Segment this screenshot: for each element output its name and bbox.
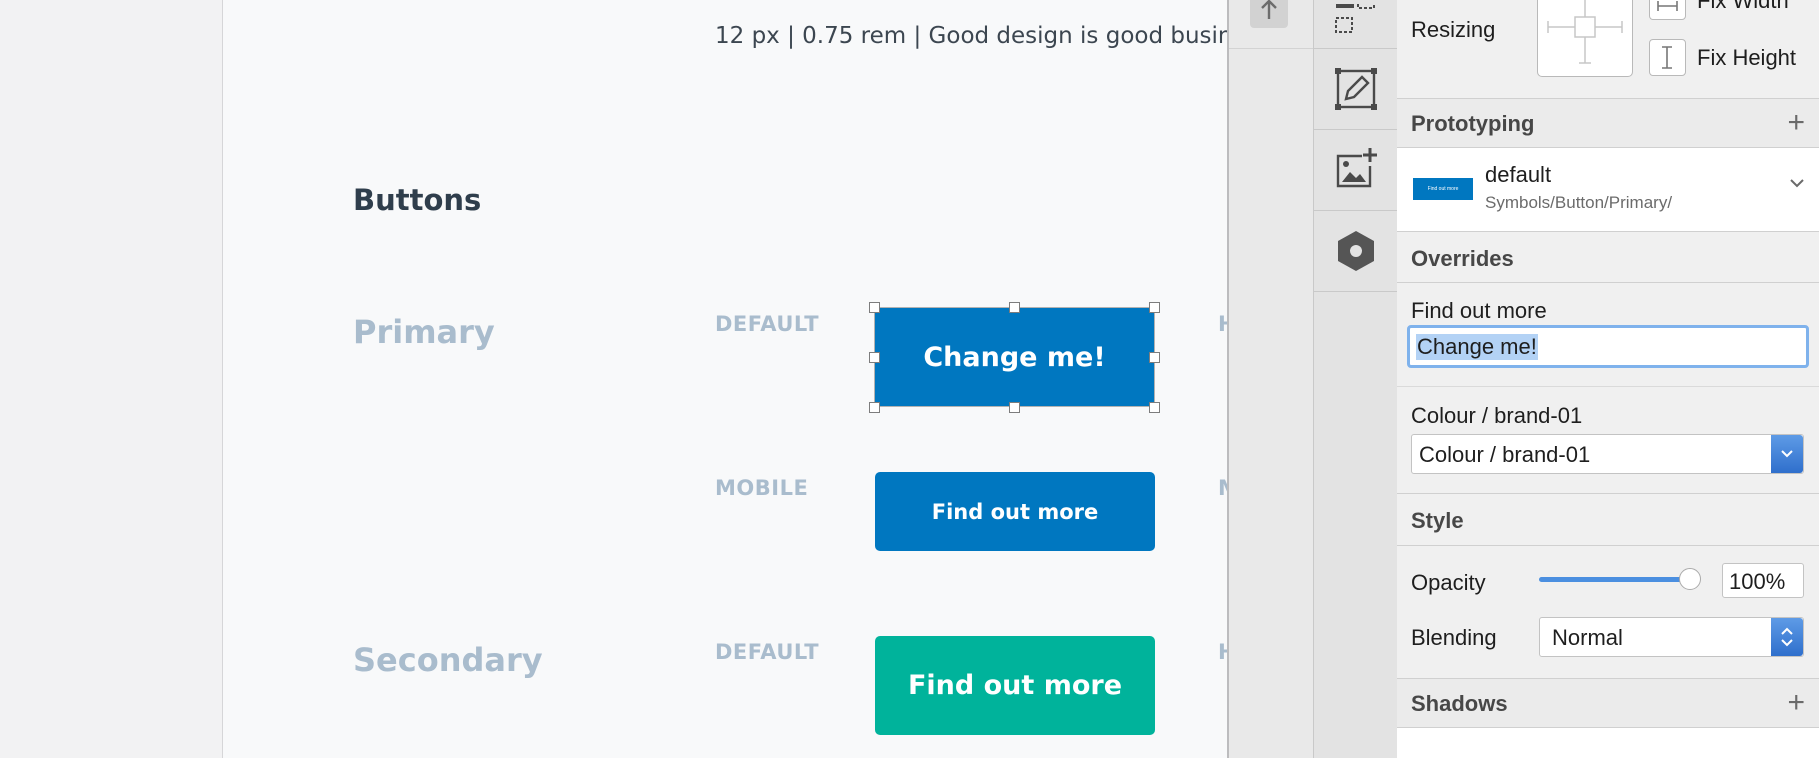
fix-width-label: Fix Width — [1697, 0, 1789, 13]
blending-select-value: Normal — [1552, 625, 1623, 650]
resizing-constraint-widget[interactable] — [1537, 0, 1633, 77]
blending-select[interactable]: Normal — [1539, 617, 1804, 657]
resize-handle[interactable] — [1149, 402, 1160, 413]
shadows-body — [1397, 728, 1819, 758]
overrides-title: Overrides — [1411, 246, 1514, 271]
upload-arrow-icon[interactable] — [1250, 0, 1288, 28]
edit-artboard-icon[interactable] — [1314, 49, 1397, 130]
updown-chevron-icon[interactable] — [1771, 618, 1803, 656]
primary-mobile-button[interactable]: Find out more — [875, 472, 1155, 551]
fix-height-label: Fix Height — [1697, 45, 1797, 70]
prototyping-title: Prototyping — [1411, 111, 1535, 136]
resize-handle[interactable] — [1149, 302, 1160, 313]
text-override-input[interactable]: Change me! — [1407, 325, 1809, 368]
add-shadow-icon[interactable]: + — [1787, 688, 1805, 718]
resize-handle[interactable] — [1009, 402, 1020, 413]
style-title: Style — [1411, 508, 1464, 533]
chevron-down-icon[interactable] — [1771, 435, 1803, 473]
divider — [1397, 545, 1819, 546]
colour-override-select[interactable]: Colour / brand-01 — [1411, 434, 1804, 474]
inspector-panel: Resizing Fix Width Fix Height Prototypin… — [1397, 0, 1819, 758]
resize-handle[interactable] — [1149, 352, 1160, 363]
opacity-slider-track[interactable] — [1539, 577, 1691, 582]
opacity-input[interactable]: 100% — [1722, 563, 1804, 598]
symbol-hexagon-icon[interactable] — [1314, 211, 1397, 292]
add-image-icon[interactable] — [1314, 130, 1397, 211]
fix-height-toggle[interactable] — [1649, 39, 1686, 76]
section-title: Buttons — [353, 183, 482, 217]
state-label-mobile: MOBILE — [715, 476, 809, 500]
artboard[interactable]: 12 px | 0.75 rem | Good design is good b… — [222, 0, 1229, 758]
colour-select-value: Colour / brand-01 — [1419, 442, 1591, 467]
flow-name: default — [1485, 162, 1552, 187]
variant-title-primary: Primary — [353, 313, 495, 351]
resize-grid-icon[interactable] — [1314, 0, 1397, 49]
fix-width-toggle[interactable] — [1649, 0, 1686, 20]
add-prototyping-icon[interactable]: + — [1787, 108, 1805, 138]
text-override-label: Find out more — [1411, 298, 1547, 323]
prototyping-flow-row[interactable]: Find out more default Symbols/Button/Pri… — [1397, 148, 1819, 232]
typography-sample-text: 12 px | 0.75 rem | Good design is good b… — [715, 23, 1229, 49]
divider — [1397, 493, 1819, 494]
state-label-default: DEFAULT — [715, 312, 820, 336]
opacity-label: Opacity — [1411, 570, 1486, 595]
state-label-default: DEFAULT — [715, 640, 820, 664]
resize-handle[interactable] — [869, 302, 880, 313]
shadows-title: Shadows — [1411, 691, 1508, 716]
primary-default-button[interactable]: Change me! — [875, 308, 1154, 406]
flow-thumbnail: Find out more — [1413, 178, 1473, 200]
resizing-label: Resizing — [1411, 17, 1496, 42]
opacity-slider-thumb[interactable] — [1679, 568, 1701, 590]
flow-path: Symbols/Button/Primary/ — [1485, 193, 1673, 212]
secondary-default-button[interactable]: Find out more — [875, 636, 1155, 735]
resize-handle[interactable] — [1009, 302, 1020, 313]
canvas-gutter — [1229, 0, 1314, 758]
shadows-header: Shadows + — [1397, 678, 1819, 728]
opacity-value: 100% — [1729, 569, 1786, 594]
divider — [1397, 282, 1819, 283]
resize-handle[interactable] — [869, 402, 880, 413]
variant-title-secondary: Secondary — [353, 641, 543, 679]
chevron-down-icon[interactable] — [1789, 176, 1805, 194]
prototyping-header: Prototyping + — [1397, 98, 1819, 148]
blending-label: Blending — [1411, 625, 1497, 650]
text-override-value: Change me! — [1416, 334, 1538, 360]
tool-strip — [1313, 0, 1398, 758]
colour-override-label: Colour / brand-01 — [1411, 403, 1583, 428]
divider — [1397, 386, 1819, 387]
resize-handle[interactable] — [869, 352, 880, 363]
